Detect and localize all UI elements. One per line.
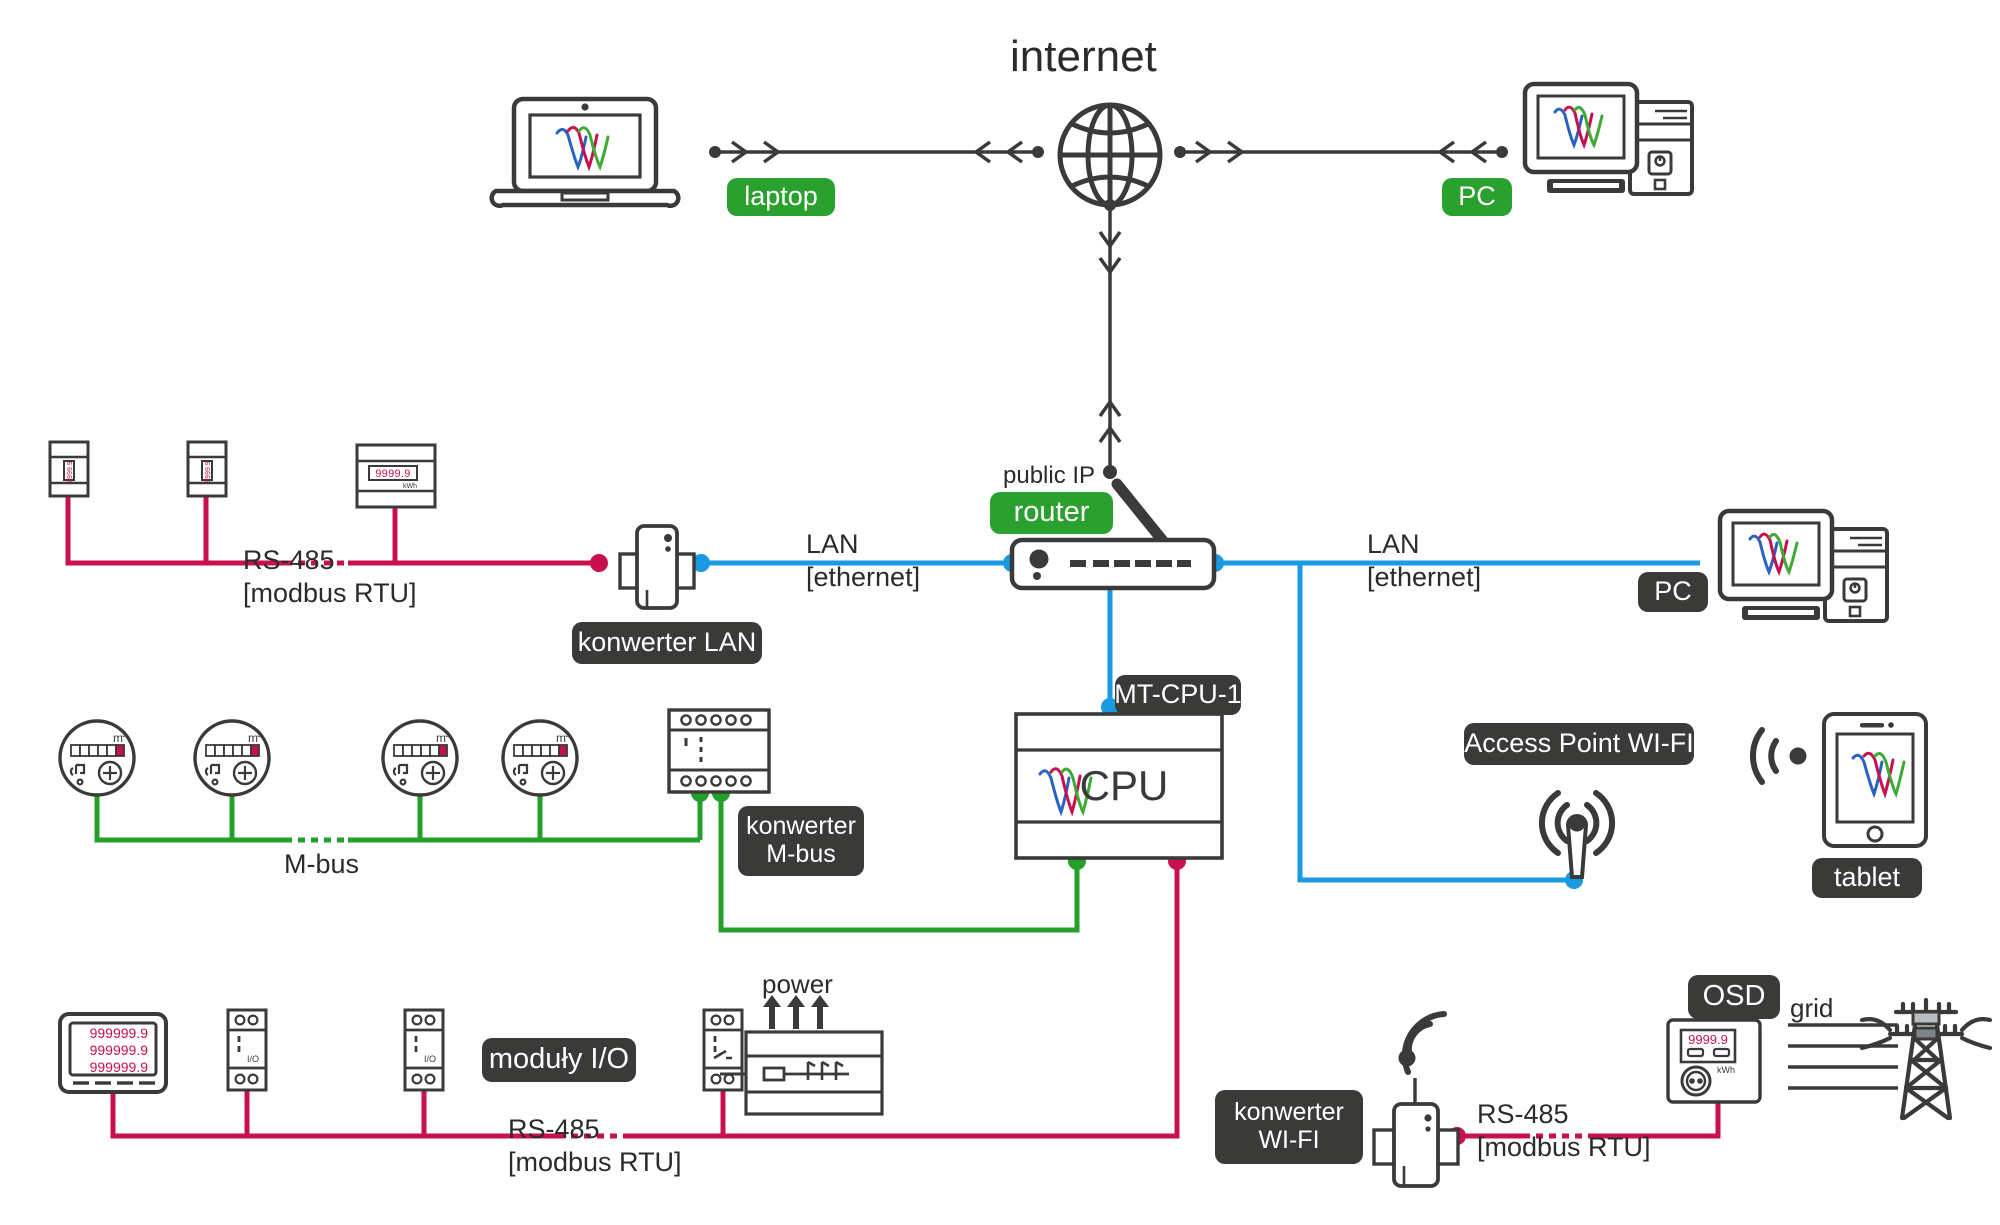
badge-moduly-io[interactable]: moduły I/O	[482, 1038, 636, 1082]
badge-konwerter-mbus[interactable]: konwerter M-bus	[738, 806, 864, 876]
svg-text:9999.9: 9999.9	[67, 461, 74, 483]
badge-tablet[interactable]: tablet	[1812, 858, 1922, 898]
badge-pc-top[interactable]: PC	[1442, 178, 1512, 216]
wire-laptop-internet	[709, 140, 1044, 164]
display-panel-icon: 999999.9 999999.9 999999.9	[58, 1012, 168, 1094]
water-meter-4: m 3	[500, 718, 580, 798]
badge-konwerter-lan[interactable]: konwerter LAN	[572, 622, 762, 664]
water-meter-3: m 3	[380, 718, 460, 798]
osd-meter-icon: 9999.9 kWh	[1666, 1018, 1762, 1104]
konwerter-lan-icon	[612, 512, 702, 612]
wifi-waves-small-icon	[1380, 1010, 1460, 1088]
konwerter-wifi-icon	[1366, 1078, 1466, 1190]
badge-mt-cpu-1[interactable]: MT-CPU-1	[1114, 675, 1242, 715]
svg-text:3: 3	[122, 730, 127, 739]
water-meter-2: m 3	[192, 718, 272, 798]
label-rs485-bottom: RS-485 [modbus RTU]	[508, 1114, 682, 1178]
wire-rs485-bottom	[110, 852, 1186, 1139]
energy-meter-1: 9999.9 kWh	[355, 443, 437, 509]
breaker-icon	[720, 1030, 884, 1116]
label-rs485-wifi: RS-485 [modbus RTU]	[1477, 1099, 1651, 1163]
label-lan-left: LAN [ethernet]	[806, 529, 921, 593]
access-point-antenna-icon	[1522, 765, 1632, 880]
svg-text:999999.9: 999999.9	[90, 1042, 149, 1058]
label-grid: grid	[1790, 993, 1834, 1023]
router-icon	[1009, 537, 1217, 591]
svg-text:9999.9: 9999.9	[375, 468, 410, 480]
label-public-ip: public IP	[1003, 462, 1096, 489]
page-title: internet	[1010, 32, 1157, 81]
svg-text:I/O: I/O	[424, 1054, 436, 1064]
svg-text:CPU: CPU	[1080, 762, 1169, 809]
desktop-pc-right-icon	[1700, 505, 1900, 630]
badge-laptop[interactable]: laptop	[727, 178, 835, 216]
badge-router[interactable]: router	[990, 492, 1113, 534]
cpu-box-icon: CPU	[1014, 712, 1224, 860]
badge-osd[interactable]: OSD	[1688, 975, 1780, 1019]
din-meter-1: 9999.9	[48, 440, 90, 498]
svg-text:kWh: kWh	[403, 483, 417, 490]
badge-pc-right[interactable]: PC	[1638, 572, 1708, 612]
diagram-canvas: .w-lan{stroke:#1a9ae0;stroke-width:5;fil…	[0, 0, 2000, 1225]
power-arrows-icon	[755, 995, 845, 1029]
badge-access-point[interactable]: Access Point WI-FI	[1464, 723, 1694, 765]
tablet-icon	[1820, 710, 1930, 850]
svg-text:3: 3	[565, 730, 570, 739]
internet-globe-icon	[1050, 95, 1170, 215]
svg-text:9999.9: 9999.9	[205, 461, 212, 483]
laptop-icon	[489, 95, 681, 210]
badge-konwerter-wifi[interactable]: konwerter WI-FI	[1215, 1090, 1363, 1164]
svg-text:999999.9: 999999.9	[90, 1025, 149, 1041]
water-meter-1: m 3	[57, 718, 137, 798]
label-mbus: M-bus	[284, 849, 360, 879]
konwerter-mbus-icon	[667, 708, 771, 794]
tablet-wifi-waves-icon	[1748, 718, 1818, 793]
wire-internet-pc	[1174, 140, 1508, 164]
label-lan-right: LAN [ethernet]	[1367, 529, 1482, 593]
desktop-pc-top-icon	[1505, 78, 1705, 203]
svg-text:kWh: kWh	[1717, 1065, 1735, 1075]
svg-text:999999.9: 999999.9	[90, 1059, 149, 1075]
svg-text:I/O: I/O	[247, 1054, 259, 1064]
io-module-1: I/O	[226, 1008, 268, 1092]
io-module-3	[702, 1008, 744, 1092]
io-module-2: I/O	[403, 1008, 445, 1092]
transmission-tower-icon	[1856, 990, 1996, 1121]
svg-text:3: 3	[445, 730, 450, 739]
label-rs485-top: RS-485 [modbus RTU]	[243, 545, 417, 609]
svg-text:9999.9: 9999.9	[1688, 1032, 1728, 1047]
din-meter-2: 9999.9	[186, 440, 228, 498]
svg-text:3: 3	[257, 730, 262, 739]
